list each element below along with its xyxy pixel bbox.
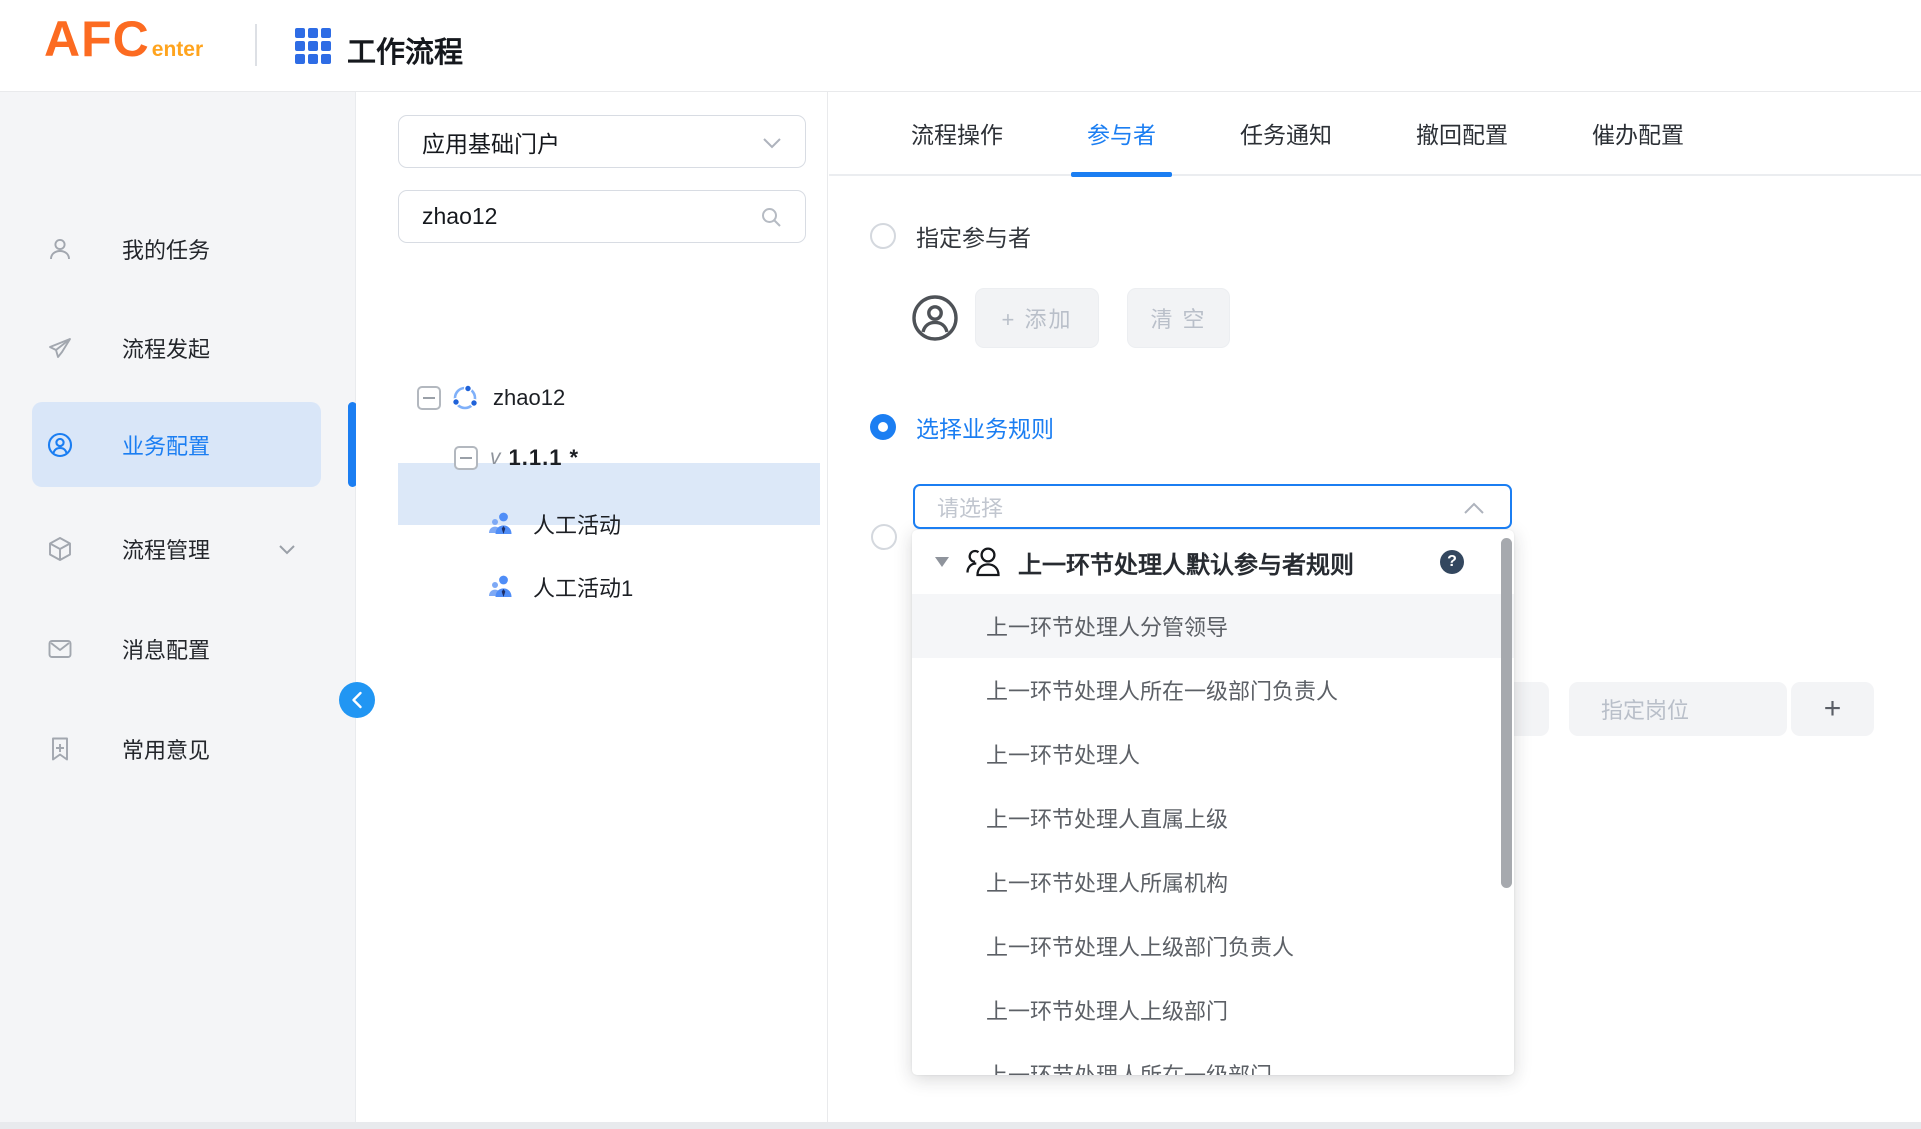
process-tree-panel: 应用基础门户 zhao12 v 1.1.1 * [356, 92, 828, 1129]
add-participant-button[interactable]: + 添加 [975, 288, 1099, 348]
tree-node-version[interactable]: v 1.1.1 * [454, 445, 579, 471]
sidebar-item-message-config[interactable]: 消息配置 [0, 606, 356, 692]
dropdown-scrollbar[interactable] [1501, 538, 1512, 888]
chevron-down-icon [761, 133, 783, 153]
dropdown-option[interactable]: 上一环节处理人直属上级 [912, 786, 1514, 850]
config-tabbar: 流程操作 参与者 任务通知 撤回配置 催办配置 [829, 92, 1921, 176]
add-post-button[interactable]: + [1791, 682, 1874, 736]
rule-select-placeholder: 请选择 [937, 491, 1003, 523]
sidebar-nav: 我的任务 流程发起 业务配置 流程管理 [0, 92, 356, 1129]
rule-group-label: 上一环节处理人默认参与者规则 [1018, 545, 1354, 580]
tab-process-ops[interactable]: 流程操作 [911, 91, 1003, 175]
sidebar-item-common-opinions[interactable]: 常用意见 [0, 706, 356, 792]
radio-icon-checked[interactable] [870, 414, 896, 440]
clear-participant-button[interactable]: 清 空 [1127, 288, 1230, 348]
mail-icon [47, 636, 73, 662]
sidebar-item-label: 消息配置 [122, 633, 210, 665]
sidebar-item-process-manage[interactable]: 流程管理 [0, 506, 356, 592]
sidebar-item-process-start[interactable]: 流程发起 [0, 305, 356, 391]
dropdown-option[interactable]: 上一环节处理人所在一级部门负责人 [912, 658, 1514, 722]
cube-icon [47, 536, 73, 562]
chevron-down-icon[interactable] [276, 538, 298, 560]
dropdown-option[interactable]: 上一环节处理人所属机构 [912, 850, 1514, 914]
rule-dropdown: 上一环节处理人默认参与者规则 ? 上一环节处理人分管领导上一环节处理人所在一级部… [912, 530, 1514, 1075]
chevron-up-icon [1462, 500, 1486, 516]
tab-withdraw-config[interactable]: 撤回配置 [1416, 91, 1508, 175]
sidebar-item-business-config[interactable]: 业务配置 [0, 402, 356, 487]
tree-node-label: 1.1.1 * [509, 445, 580, 471]
avatar-icon [911, 294, 959, 342]
worker-icon [486, 572, 516, 602]
sidebar-item-label: 流程发起 [122, 332, 210, 364]
version-prefix: v [490, 446, 501, 470]
logo-text-main: AFC [44, 14, 150, 64]
tree-node-label: 人工活动1 [533, 571, 633, 603]
post-select-field[interactable]: 指定岗位 [1569, 682, 1787, 736]
tree-node-activity2-selected[interactable]: 人工活动1 [486, 571, 633, 603]
page-title: 工作流程 [347, 29, 463, 71]
app-select-value: 应用基础门户 [422, 125, 560, 159]
horizontal-scrollbar-track[interactable] [0, 1122, 1921, 1129]
panel-collapse-button[interactable] [339, 682, 375, 718]
dropdown-option[interactable]: 上一环节处理人所在一级部门 [912, 1042, 1514, 1075]
tree-search-input[interactable] [422, 203, 722, 230]
tab-task-notify[interactable]: 任务通知 [1240, 91, 1332, 175]
tree-node-root[interactable]: zhao12 [417, 382, 565, 414]
worker-icon [486, 509, 516, 539]
header-divider [255, 24, 257, 66]
send-icon [47, 335, 73, 361]
chevron-left-icon [350, 691, 364, 709]
tab-participants[interactable]: 参与者 [1087, 91, 1156, 175]
bookmark-plus-icon [47, 736, 73, 762]
radio-rule-label: 选择业务规则 [916, 410, 1054, 444]
dropdown-option[interactable]: 上一环节处理人分管领导 [912, 594, 1514, 658]
top-header: AFC enter 工作流程 [0, 0, 1921, 92]
tree-search [398, 190, 806, 243]
sidebar-item-label: 常用意见 [122, 733, 210, 765]
radio-hidden-option[interactable] [871, 524, 897, 550]
collapse-toggle-icon[interactable] [417, 386, 441, 410]
rule-select[interactable]: 请选择 [913, 484, 1512, 529]
user-icon [47, 236, 73, 262]
dropdown-option[interactable]: 上一环节处理人 [912, 722, 1514, 786]
sidebar-item-my-tasks[interactable]: 我的任务 [0, 206, 356, 292]
logo-text-sub: enter [152, 39, 203, 60]
radio-assign-participant[interactable]: 指定参与者 [870, 219, 1031, 253]
radio-assign-label: 指定参与者 [916, 219, 1031, 253]
workflow-app: AFC enter 工作流程 我的任务 流程发起 [0, 0, 1921, 1129]
tree-node-activity1[interactable]: 人工活动 [486, 508, 621, 540]
caret-down-icon[interactable] [934, 556, 950, 568]
post-select-placeholder: 指定岗位 [1601, 693, 1689, 725]
dropdown-option[interactable]: 上一环节处理人上级部门负责人 [912, 914, 1514, 978]
collapse-toggle-icon[interactable] [454, 446, 478, 470]
sidebar-item-label: 流程管理 [122, 533, 210, 565]
tree-node-label: zhao12 [493, 385, 565, 411]
radio-business-rule[interactable]: 选择业务规则 [870, 410, 1054, 444]
tab-urge-config[interactable]: 催办配置 [1592, 91, 1684, 175]
radio-icon[interactable] [870, 223, 896, 249]
rule-option-list: 上一环节处理人分管领导上一环节处理人所在一级部门负责人上一环节处理人上一环节处理… [912, 594, 1514, 1075]
app-grid-icon [295, 28, 331, 64]
rule-group-header[interactable]: 上一环节处理人默认参与者规则 ? [912, 530, 1514, 594]
participant-config-panel: 流程操作 参与者 任务通知 撤回配置 催办配置 指定参与者 + 添加 清 空 选… [829, 92, 1921, 1129]
search-icon[interactable] [759, 205, 783, 229]
help-icon[interactable]: ? [1440, 550, 1464, 574]
tree-node-label: 人工活动 [533, 508, 621, 540]
dropdown-option[interactable]: 上一环节处理人上级部门 [912, 978, 1514, 1042]
sidebar-item-label: 业务配置 [122, 429, 210, 461]
brand-logo[interactable]: AFC enter [44, 14, 203, 64]
app-select[interactable]: 应用基础门户 [398, 115, 806, 168]
sidebar-item-label: 我的任务 [122, 233, 210, 265]
cluster-icon [449, 382, 481, 414]
users-icon [964, 544, 1002, 580]
user-circle-icon [47, 432, 73, 458]
